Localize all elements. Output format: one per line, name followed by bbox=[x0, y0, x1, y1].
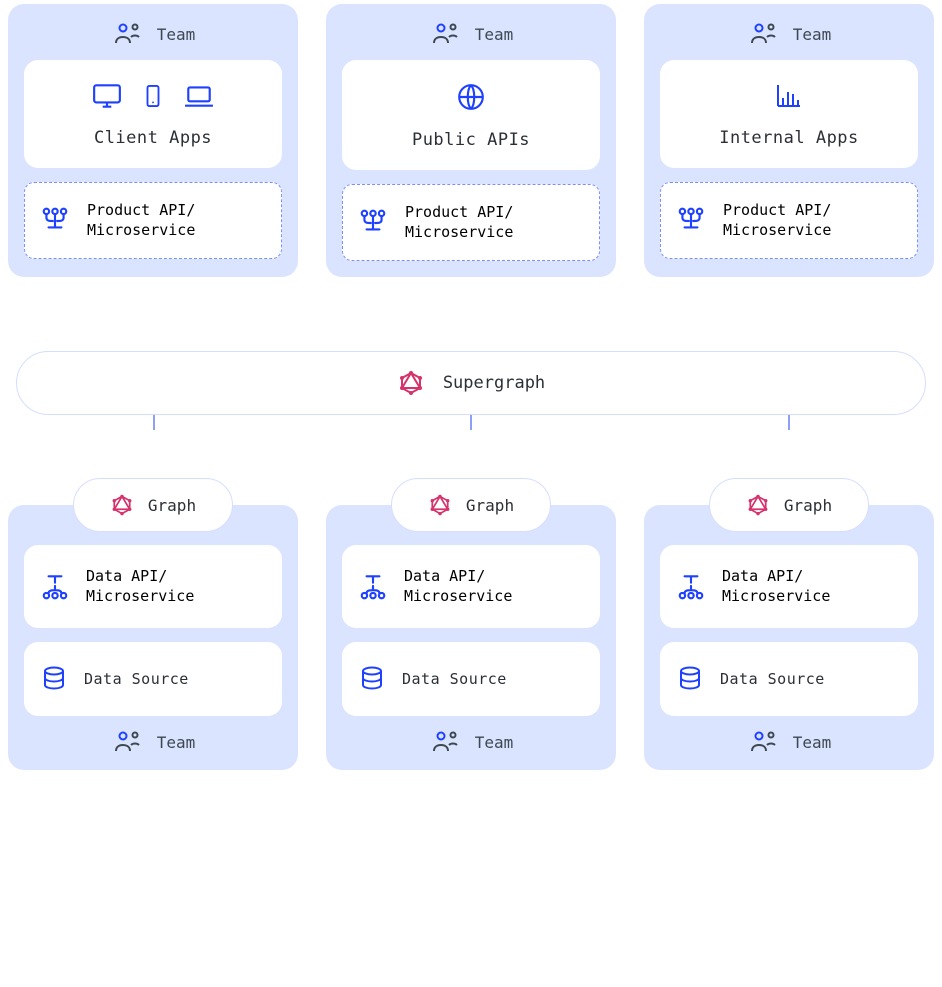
supergraph-bar: Supergraph bbox=[16, 351, 926, 415]
team-footer: Team bbox=[111, 730, 196, 754]
data-source-label: Data Source bbox=[720, 670, 825, 688]
supergraph-label: Supergraph bbox=[443, 373, 545, 393]
api-label: Product API/ Microservice bbox=[87, 201, 195, 240]
database-icon bbox=[358, 664, 386, 694]
globe-icon bbox=[456, 82, 486, 112]
app-title: Public APIs bbox=[412, 130, 530, 150]
data-source-label: Data Source bbox=[402, 670, 507, 688]
product-api-box: Product API/ Microservice bbox=[24, 182, 282, 259]
app-icons bbox=[456, 82, 486, 112]
data-source-box: Data Source bbox=[24, 642, 282, 716]
data-api-icon bbox=[676, 572, 706, 602]
team-footer: Team bbox=[429, 730, 514, 754]
microservice-icon bbox=[357, 208, 389, 238]
team-footer: Team bbox=[747, 730, 832, 754]
team-icon bbox=[429, 730, 461, 754]
data-api-box: Data API/ Microservice bbox=[24, 545, 282, 628]
data-api-icon bbox=[358, 572, 388, 602]
top-team-card-1: Team Client Apps Product API/ Microservi… bbox=[8, 4, 298, 277]
team-label: Team bbox=[793, 25, 832, 44]
data-api-box: Data API/ Microservice bbox=[342, 545, 600, 628]
data-source-label: Data Source bbox=[84, 670, 189, 688]
team-label: Team bbox=[475, 25, 514, 44]
data-api-label: Data API/ Microservice bbox=[722, 567, 830, 606]
team-label: Team bbox=[157, 733, 196, 752]
bottom-team-card-3: Graph Data API/ Microservice Data Source… bbox=[644, 505, 934, 770]
team-icon bbox=[747, 22, 779, 46]
database-icon bbox=[676, 664, 704, 694]
graph-label: Graph bbox=[466, 496, 514, 515]
team-icon bbox=[111, 22, 143, 46]
graph-pill: Graph bbox=[391, 478, 551, 532]
top-team-card-2: Team Public APIs Product API/ Microservi… bbox=[326, 4, 616, 277]
team-label: Team bbox=[157, 25, 196, 44]
api-label: Product API/ Microservice bbox=[723, 201, 831, 240]
data-api-label: Data API/ Microservice bbox=[86, 567, 194, 606]
data-api-box: Data API/ Microservice bbox=[660, 545, 918, 628]
monitor-icon bbox=[92, 82, 122, 110]
graph-pill: Graph bbox=[709, 478, 869, 532]
database-icon bbox=[40, 664, 68, 694]
team-header: Team bbox=[111, 22, 196, 46]
team-icon bbox=[111, 730, 143, 754]
top-team-card-3: Team Internal Apps Product API/ Microser… bbox=[644, 4, 934, 277]
api-label: Product API/ Microservice bbox=[405, 203, 513, 242]
product-api-box: Product API/ Microservice bbox=[342, 184, 600, 261]
data-api-label: Data API/ Microservice bbox=[404, 567, 512, 606]
app-icons bbox=[774, 82, 804, 110]
team-header: Team bbox=[429, 22, 514, 46]
data-api-icon bbox=[40, 572, 70, 602]
laptop-icon bbox=[184, 83, 214, 109]
app-icons bbox=[92, 82, 214, 110]
bar-chart-icon bbox=[774, 82, 804, 110]
internal-apps-box: Internal Apps bbox=[660, 60, 918, 168]
graphql-icon bbox=[397, 369, 425, 397]
microservice-icon bbox=[39, 206, 71, 236]
graph-pill: Graph bbox=[73, 478, 233, 532]
microservice-icon bbox=[675, 206, 707, 236]
graph-label: Graph bbox=[148, 496, 196, 515]
graph-label: Graph bbox=[784, 496, 832, 515]
graphql-icon bbox=[746, 493, 770, 517]
team-icon bbox=[747, 730, 779, 754]
app-title: Client Apps bbox=[94, 128, 212, 148]
product-api-box: Product API/ Microservice bbox=[660, 182, 918, 259]
client-apps-box: Client Apps bbox=[24, 60, 282, 168]
data-source-box: Data Source bbox=[660, 642, 918, 716]
team-header: Team bbox=[747, 22, 832, 46]
bottom-team-card-1: Graph Data API/ Microservice Data Source… bbox=[8, 505, 298, 770]
top-team-row: Team Client Apps Product API/ Microservi… bbox=[0, 0, 942, 277]
public-apis-box: Public APIs bbox=[342, 60, 600, 170]
data-source-box: Data Source bbox=[342, 642, 600, 716]
team-icon bbox=[429, 22, 461, 46]
team-label: Team bbox=[793, 733, 832, 752]
team-label: Team bbox=[475, 733, 514, 752]
bottom-team-row: Graph Data API/ Microservice Data Source… bbox=[0, 505, 942, 770]
phone-icon bbox=[142, 82, 164, 110]
bottom-team-card-2: Graph Data API/ Microservice Data Source… bbox=[326, 505, 616, 770]
graphql-icon bbox=[110, 493, 134, 517]
graphql-icon bbox=[428, 493, 452, 517]
app-title: Internal Apps bbox=[719, 128, 859, 148]
